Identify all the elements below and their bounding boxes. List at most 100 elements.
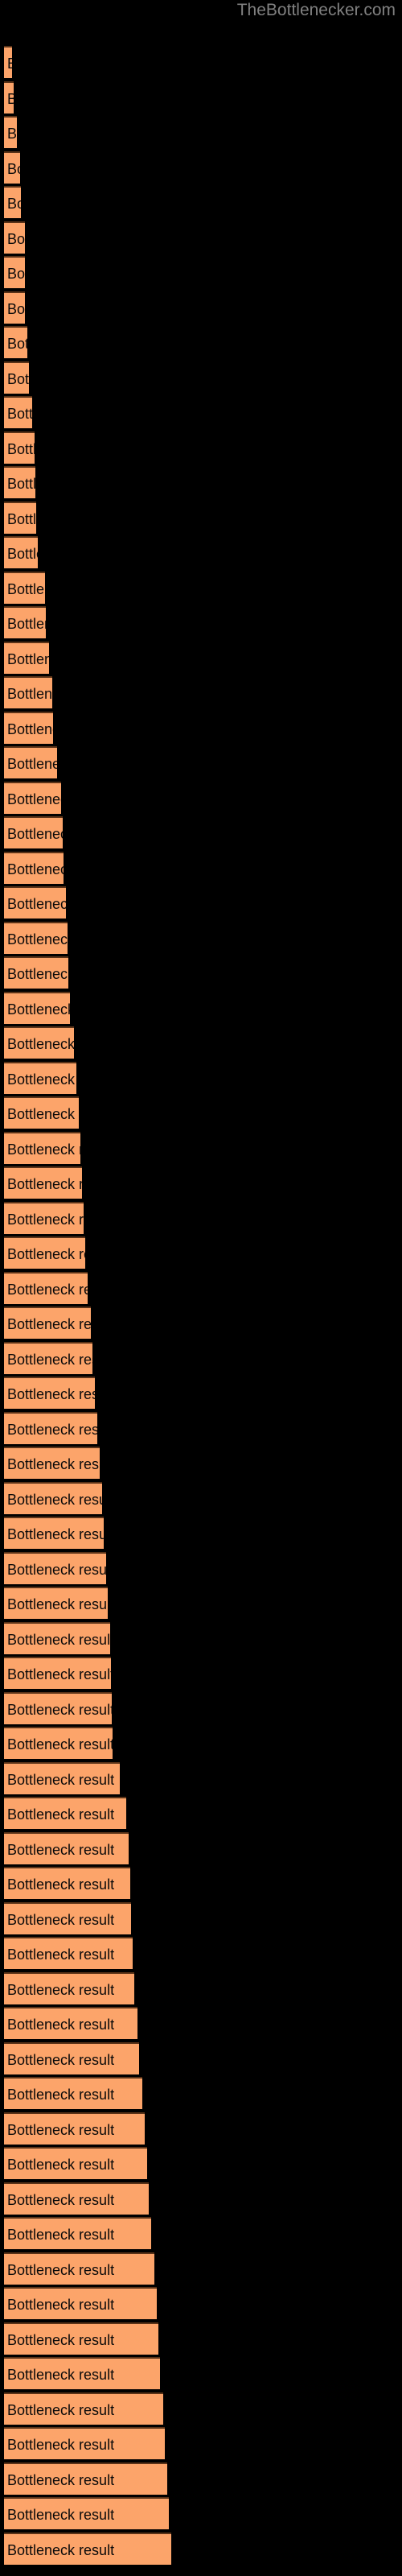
bar: Bottleneck result <box>4 2497 169 2529</box>
bar: Bottleneck result <box>4 1377 95 1409</box>
bar-label: Bottleneck result <box>7 1771 115 1788</box>
bar-label: Bottleneck result <box>7 89 14 109</box>
bar: Bottleneck result <box>4 1937 133 1969</box>
bar-label: Bottleneck result <box>7 791 61 807</box>
bar: Bottleneck result <box>4 2182 149 2215</box>
bar-label: Bottleneck result <box>7 2261 115 2278</box>
bar: Bottleneck result <box>4 711 53 744</box>
bar: Bottleneck result <box>4 781 61 814</box>
bar-label: Bottleneck result <box>7 336 27 352</box>
bar: Bottleneck result <box>4 1481 102 1514</box>
bar: Bottleneck result <box>4 2532 171 2565</box>
bar: Bottleneck result <box>4 501 36 534</box>
bar-label: Bottleneck result <box>7 1596 108 1612</box>
bar-label: Bottleneck result <box>7 756 57 772</box>
bar-label: Bottleneck result <box>7 1806 115 1823</box>
bar-label: Bottleneck result <box>7 1666 111 1682</box>
bar: Bottleneck result <box>4 1867 130 1899</box>
bar: Bottleneck result <box>4 2287 157 2319</box>
bar: Bottleneck result <box>4 851 64 884</box>
bar-label: Bottleneck result <box>7 1421 97 1438</box>
bar-label: Bottleneck result <box>7 300 25 317</box>
bar: Bottleneck result <box>4 1971 134 2004</box>
bar: Bottleneck result <box>4 1551 106 1584</box>
bar-label: Bottleneck result <box>7 370 29 387</box>
bar-label: Bottleneck result <box>7 2401 115 2418</box>
bar-label: Bottleneck result <box>7 1176 82 1192</box>
bar: Bottleneck result <box>4 921 68 954</box>
bar: Bottleneck result <box>4 536 38 568</box>
bar: Bottleneck result <box>4 2217 151 2249</box>
bar: Bottleneck result <box>4 2392 163 2425</box>
bar: Bottleneck result <box>4 1026 74 1059</box>
bar: Bottleneck result <box>4 1587 108 1619</box>
bar: Bottleneck result <box>4 80 14 114</box>
bar: Bottleneck result <box>4 991 70 1024</box>
bar-label: Bottleneck result <box>7 510 36 527</box>
bar-label: Bottleneck result <box>7 1631 110 1648</box>
bar-label: Bottleneck result <box>7 1106 79 1122</box>
bar-label: Bottleneck result <box>7 580 45 597</box>
bar: Bottleneck result <box>4 256 25 288</box>
bar-label: Bottleneck result <box>7 1946 115 1963</box>
bar: Bottleneck result <box>4 1691 112 1724</box>
bar-label: Bottleneck result <box>7 1981 115 1998</box>
bar-label: Bottleneck result <box>7 2051 115 2068</box>
bottleneck-bar-chart: Bottleneck result Bottleneck result Bottle… <box>0 0 402 2576</box>
bar-label: Bottleneck result <box>7 896 66 912</box>
bar: Bottleneck result <box>4 2147 147 2179</box>
bar-label: Bottleneck result <box>7 196 21 212</box>
bar: Bottleneck result <box>4 221 25 254</box>
bar: Bottleneck result <box>4 466 35 498</box>
bar-label: Bottleneck result <box>7 1876 115 1893</box>
bar-label: Bottleneck result <box>7 1211 84 1228</box>
bar-label: Bottleneck result <box>7 826 63 842</box>
bar: Bottleneck result <box>4 1307 91 1339</box>
bar: Bottleneck result <box>4 1447 100 1479</box>
bar-label: Bottleneck result <box>7 1036 74 1052</box>
bar: Bottleneck result <box>4 2077 142 2109</box>
bar-label: Bottleneck result <box>7 2121 115 2138</box>
bar-label: Bottleneck result <box>7 1456 100 1472</box>
bar: Bottleneck result <box>4 326 27 358</box>
bar: Bottleneck result <box>4 1831 129 1864</box>
bar: Bottleneck result <box>4 641 49 674</box>
bar-label: Bottleneck result <box>7 546 38 562</box>
bar-label: Bottleneck result <box>7 1736 113 1752</box>
bar: Bottleneck result <box>4 1236 85 1269</box>
bar: Bottleneck result <box>4 361 29 394</box>
bar: Bottleneck result <box>4 116 17 148</box>
bar-label: Bottleneck result <box>7 2157 115 2173</box>
bar-label: Bottleneck result <box>7 861 64 877</box>
bar-label: Bottleneck result <box>7 2191 115 2208</box>
bar-label: Bottleneck result <box>7 2471 115 2488</box>
bar-label: Bottleneck result <box>7 686 52 702</box>
bar-label: Bottleneck result <box>7 1561 106 1578</box>
bar: Bottleneck result <box>4 1727 113 1759</box>
bar: Bottleneck result <box>4 291 25 324</box>
bar-label: Bottleneck result <box>7 2367 115 2383</box>
bar: Bottleneck result <box>4 1411 97 1444</box>
bar: Bottleneck result <box>4 431 35 464</box>
bar: Bottleneck result <box>4 1131 80 1164</box>
bar-label: Bottleneck result <box>7 1001 70 1018</box>
bar: Bottleneck result <box>4 1166 82 1199</box>
bar: Bottleneck result <box>4 2112 145 2145</box>
bar-label: Bottleneck result <box>7 2017 115 2033</box>
bar: Bottleneck result <box>4 396 32 428</box>
bar: Bottleneck result <box>4 1271 88 1304</box>
bar-label: Bottleneck result <box>7 1701 112 1718</box>
bar-label: Bottleneck result <box>7 931 68 947</box>
bar-label: Bottleneck result <box>7 2227 115 2243</box>
bar: Bottleneck result <box>4 2252 154 2285</box>
bar-label: Bottleneck result <box>7 2087 115 2103</box>
bar: Bottleneck result <box>4 1517 104 1549</box>
bar: Bottleneck result <box>4 1901 131 1934</box>
bar-label: Bottleneck result <box>7 406 32 422</box>
bar: Bottleneck result <box>4 746 57 778</box>
bar: Bottleneck result <box>4 676 52 708</box>
bar-label: Bottleneck result <box>7 616 46 632</box>
bar-label: Bottleneck result <box>7 1526 104 1542</box>
bar: Bottleneck result <box>4 1797 126 1829</box>
bar-label: Bottleneck result <box>7 1841 115 1858</box>
